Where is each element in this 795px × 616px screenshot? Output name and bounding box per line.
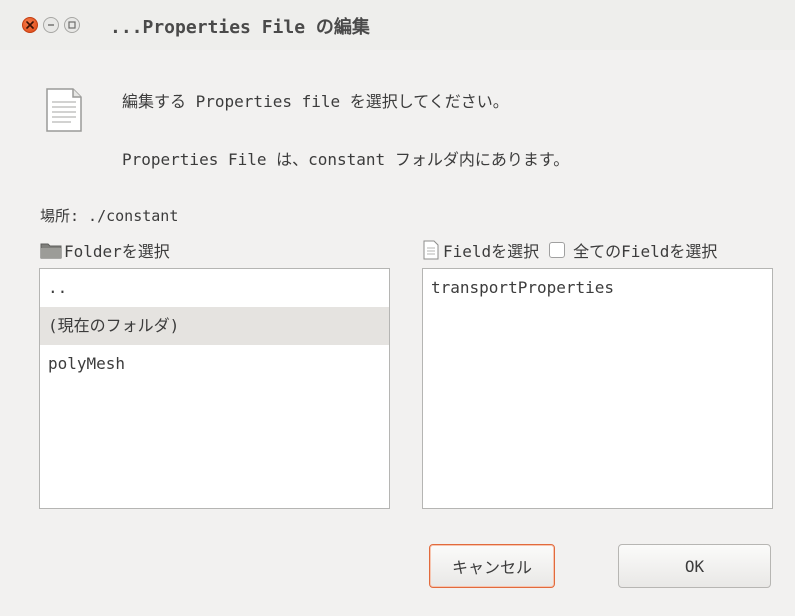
minimize-window-button[interactable] [43,17,59,33]
dialog-window: ...Properties File の編集 編集する Properties f… [0,0,795,616]
location-hint-message: Properties File は、constant フォルダ内にあります。 [122,150,570,169]
field-panel-header: Fieldを選択 全てのFieldを選択 [423,238,717,262]
folder-list-item[interactable]: polyMesh [40,345,389,383]
field-list[interactable]: transportProperties [422,268,773,509]
title-bar: ...Properties File の編集 [0,0,795,50]
select-all-fields-checkbox[interactable] [549,242,566,258]
folder-list[interactable]: .. (現在のフォルダ) polyMesh [39,268,390,509]
maximize-window-button[interactable] [64,17,80,33]
field-list-item[interactable]: transportProperties [423,269,772,307]
document-icon [45,87,83,137]
close-icon [26,21,34,29]
field-panel-label: Fieldを選択 [443,242,540,261]
file-icon [423,240,439,260]
folder-list-item[interactable]: (現在のフォルダ) [40,307,389,345]
maximize-icon [68,21,76,29]
ok-button[interactable]: OK [618,544,771,588]
window-title: ...Properties File の編集 [110,17,370,38]
cancel-button[interactable]: キャンセル [429,544,555,588]
folder-list-item[interactable]: .. [40,269,389,307]
folder-icon [40,243,62,259]
folder-panel-header: Folderを選択 [40,238,170,262]
minimize-icon [48,24,54,26]
close-window-button[interactable] [22,17,38,33]
folder-panel-label: Folderを選択 [64,242,170,261]
select-all-fields-label[interactable]: 全てのFieldを選択 [573,238,717,262]
instruction-message: 編集する Properties file を選択してください。 [122,92,509,111]
current-location: 場所: ./constant [40,207,179,225]
